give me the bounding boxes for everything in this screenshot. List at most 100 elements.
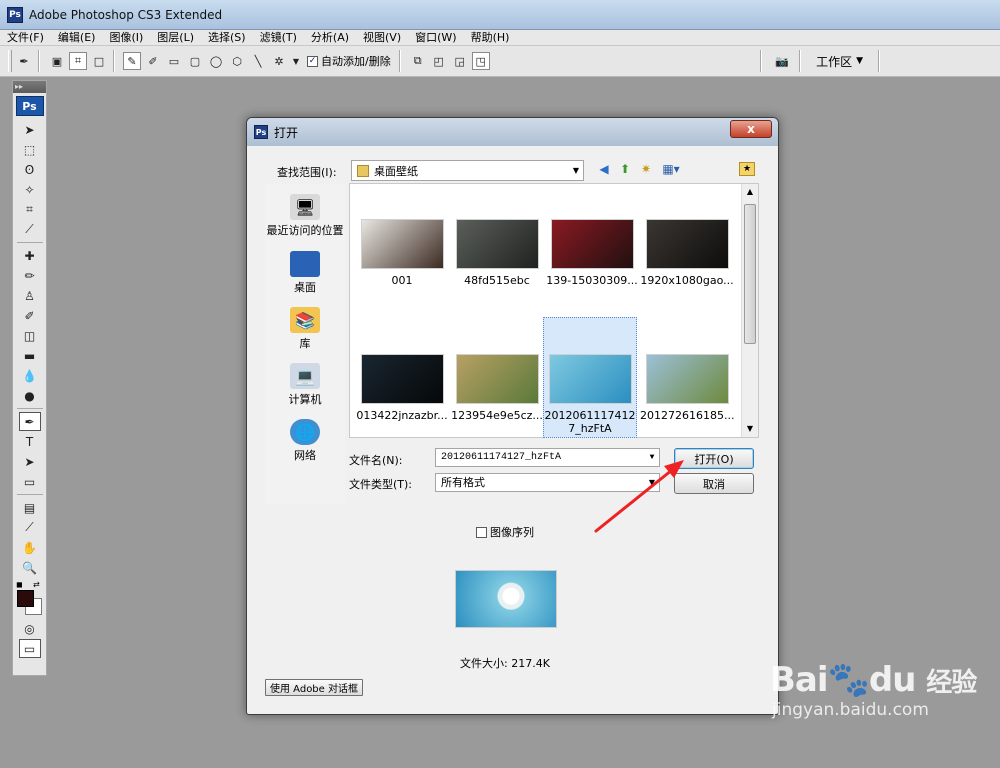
slice-tool-icon[interactable]: ⟋ bbox=[19, 220, 41, 239]
close-button[interactable]: x bbox=[730, 120, 772, 138]
image-sequence-checkbox[interactable]: 图像序列 bbox=[476, 524, 534, 540]
shape-layers-icon[interactable]: ▣ bbox=[48, 52, 66, 70]
menu-select[interactable]: 选择(S) bbox=[201, 30, 253, 46]
lasso-tool-icon[interactable]: ʘ bbox=[19, 160, 41, 179]
custom-shape-icon[interactable]: ✲ bbox=[270, 52, 288, 70]
menu-view[interactable]: 视图(V) bbox=[356, 30, 408, 46]
file-item[interactable]: 139-15030309... bbox=[545, 219, 639, 287]
chevron-down-icon[interactable]: ▼ bbox=[291, 52, 301, 70]
rectangle-icon[interactable]: ▭ bbox=[165, 52, 183, 70]
scrollbar-thumb[interactable] bbox=[744, 204, 756, 344]
ellipse-icon[interactable]: ◯ bbox=[207, 52, 225, 70]
file-item[interactable]: 123954e9e5cz... bbox=[450, 354, 544, 422]
notes-tool-icon[interactable]: ▤ bbox=[19, 498, 41, 517]
menu-analysis[interactable]: 分析(A) bbox=[304, 30, 356, 46]
up-folder-icon[interactable]: ⬆ bbox=[617, 161, 633, 177]
pen-tool-icon[interactable]: ✎ bbox=[123, 52, 141, 70]
path-selection-tool-icon[interactable]: ➤ bbox=[19, 452, 41, 471]
file-type-select[interactable]: 所有格式 ▼ bbox=[435, 473, 660, 492]
exclude-icon[interactable]: ◳ bbox=[471, 52, 490, 70]
foreground-color-swatch[interactable] bbox=[17, 590, 34, 607]
menu-file[interactable]: 文件(F) bbox=[0, 30, 51, 46]
file-item[interactable]: 48fd515ebc bbox=[450, 219, 544, 287]
menu-edit[interactable]: 编辑(E) bbox=[51, 30, 103, 46]
cancel-button[interactable]: 取消 bbox=[674, 473, 754, 494]
bridge-icon[interactable]: 📷 bbox=[770, 52, 794, 70]
place-computer[interactable]: 💻 计算机 bbox=[265, 363, 345, 407]
file-name-field[interactable]: 20120611174127_hzFtA ▼ bbox=[435, 448, 660, 467]
rounded-rectangle-icon[interactable]: ▢ bbox=[186, 52, 204, 70]
line-icon[interactable]: ╲ bbox=[249, 52, 267, 70]
menu-image[interactable]: 图像(I) bbox=[102, 30, 150, 46]
place-desktop[interactable]: 桌面 bbox=[265, 251, 345, 295]
menu-layer[interactable]: 图层(L) bbox=[150, 30, 201, 46]
chevron-down-icon[interactable]: ▼ bbox=[645, 474, 659, 491]
file-item[interactable]: 001 bbox=[355, 219, 449, 287]
history-brush-tool-icon[interactable]: ✐ bbox=[19, 306, 41, 325]
chevron-down-icon[interactable]: ▼ bbox=[645, 449, 659, 466]
options-grip[interactable] bbox=[8, 50, 12, 72]
dialog-titlebar[interactable]: Ps 打开 x bbox=[247, 118, 778, 146]
clone-stamp-tool-icon[interactable]: ♙ bbox=[19, 286, 41, 305]
new-folder-icon[interactable]: ✷ bbox=[638, 161, 654, 177]
file-type-value: 所有格式 bbox=[441, 476, 485, 489]
chevron-down-icon[interactable]: ▼ bbox=[569, 166, 583, 175]
blur-tool-icon[interactable]: 💧 bbox=[19, 366, 41, 385]
pen-preset-icon[interactable]: ✒ bbox=[15, 52, 33, 70]
back-icon[interactable]: ◀ bbox=[596, 161, 612, 177]
eyedropper-tool-icon[interactable]: ⟋ bbox=[19, 518, 41, 537]
hand-tool-icon[interactable]: ✋ bbox=[19, 538, 41, 557]
scroll-up-icon[interactable]: ▲ bbox=[742, 184, 758, 200]
file-item[interactable]: 013422jnzazbr... bbox=[355, 354, 449, 422]
default-colors-icon[interactable]: ◼ bbox=[16, 580, 23, 589]
file-item[interactable]: 201272616185... bbox=[640, 354, 734, 422]
auto-add-delete-checkbox[interactable]: ✓ 自动添加/删除 bbox=[307, 53, 391, 69]
places-bar: 🖥 最近访问的位置 桌面 📚 库 💻 计算机 🌐 网络 bbox=[265, 184, 345, 504]
scroll-down-icon[interactable]: ▼ bbox=[742, 421, 758, 437]
intersect-icon[interactable]: ◲ bbox=[451, 52, 469, 70]
menu-filter[interactable]: 滤镜(T) bbox=[253, 30, 304, 46]
tools-ps-logo[interactable]: Ps bbox=[15, 96, 44, 116]
look-in-dropdown[interactable]: 桌面壁纸 ▼ bbox=[351, 160, 584, 181]
open-dialog: Ps 打开 x 查找范围(I): 桌面壁纸 ▼ ◀ ⬆ ✷ ▦▾ ★ 🖥 最近访… bbox=[246, 117, 779, 715]
crop-tool-icon[interactable]: ⌗ bbox=[19, 200, 41, 219]
move-tool-icon[interactable]: ➤ bbox=[19, 120, 41, 139]
eraser-tool-icon[interactable]: ◫ bbox=[19, 326, 41, 345]
place-libraries[interactable]: 📚 库 bbox=[265, 307, 345, 351]
paths-icon[interactable]: ⌗ bbox=[69, 52, 87, 70]
type-tool-icon[interactable]: T bbox=[19, 432, 41, 451]
marquee-tool-icon[interactable]: ⬚ bbox=[19, 140, 41, 159]
healing-brush-tool-icon[interactable]: ✚ bbox=[19, 246, 41, 265]
workspace-menu-button[interactable]: 工作区 ▼ bbox=[806, 46, 873, 76]
place-network[interactable]: 🌐 网络 bbox=[265, 419, 345, 463]
file-item[interactable]: 1920x1080gao... bbox=[640, 219, 734, 287]
fill-pixels-icon[interactable]: □ bbox=[90, 52, 108, 70]
dodge-tool-icon[interactable]: ● bbox=[19, 386, 41, 405]
open-button[interactable]: 打开(O) bbox=[674, 448, 754, 469]
brush-tool-icon[interactable]: ✏ bbox=[19, 266, 41, 285]
menu-window[interactable]: 窗口(W) bbox=[408, 30, 463, 46]
checkbox-icon[interactable]: ✓ bbox=[307, 55, 318, 67]
image-sequence-label: 图像序列 bbox=[490, 526, 534, 539]
file-item-selected[interactable]: 20120611174127_hzFtA bbox=[543, 317, 637, 438]
tools-panel-header[interactable]: ▸▸ bbox=[13, 81, 46, 93]
combine-icon[interactable]: ⧉ bbox=[409, 52, 427, 70]
menu-help[interactable]: 帮助(H) bbox=[464, 30, 517, 46]
pen-tool-icon[interactable]: ✒ bbox=[18, 412, 41, 431]
rectangle-tool-icon[interactable]: ▭ bbox=[19, 472, 41, 491]
quick-mask-icon[interactable]: ◎ bbox=[19, 619, 41, 638]
gradient-tool-icon[interactable]: ▬ bbox=[19, 346, 41, 365]
zoom-tool-icon[interactable]: 🔍 bbox=[19, 558, 41, 577]
file-list-scrollbar[interactable]: ▲ ▼ bbox=[741, 184, 758, 437]
place-recent[interactable]: 🖥 最近访问的位置 bbox=[265, 194, 345, 238]
magic-wand-tool-icon[interactable]: ✧ bbox=[19, 180, 41, 199]
folder-icon[interactable]: ★ bbox=[739, 162, 755, 176]
view-menu-icon[interactable]: ▦▾ bbox=[659, 161, 683, 177]
swap-colors-icon[interactable]: ⇄ bbox=[33, 580, 40, 589]
polygon-icon[interactable]: ⬡ bbox=[228, 52, 246, 70]
use-adobe-dialog-button[interactable]: 使用 Adobe 对话框 bbox=[265, 679, 363, 696]
screen-mode-icon[interactable]: ▭ bbox=[18, 639, 41, 658]
checkbox-icon[interactable] bbox=[476, 526, 487, 538]
freeform-pen-icon[interactable]: ✐ bbox=[144, 52, 162, 70]
subtract-icon[interactable]: ◰ bbox=[430, 52, 448, 70]
